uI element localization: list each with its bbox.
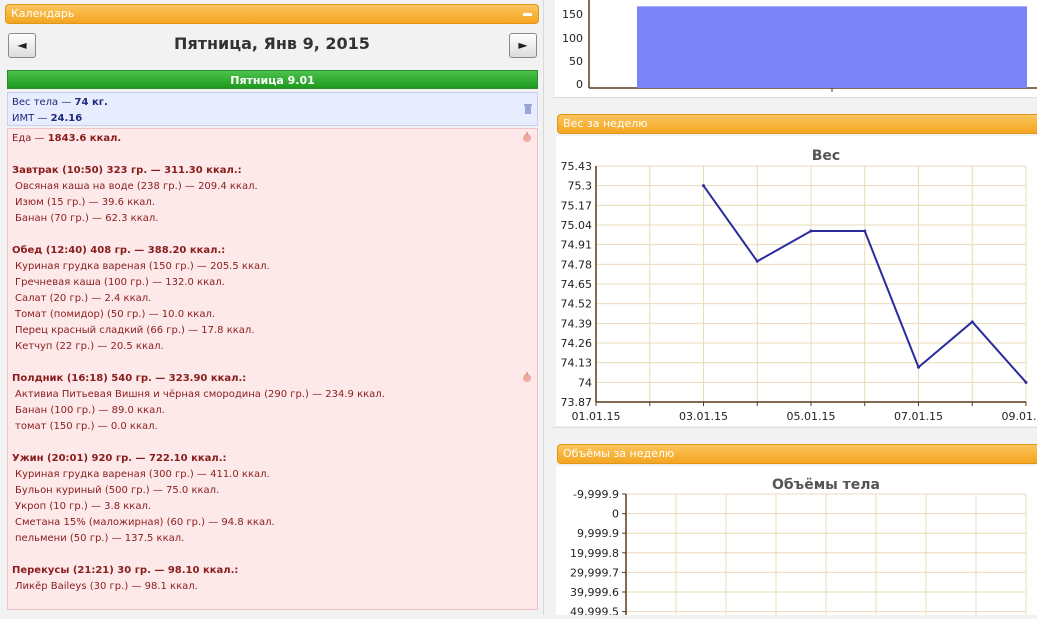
y-tick-label: 74.65 bbox=[561, 278, 593, 291]
x-tick-label: 01.01.15 bbox=[572, 410, 621, 423]
chart-title: Объёмы тела bbox=[772, 477, 880, 493]
top-bar-chart: 150 100 50 0 bbox=[562, 0, 1037, 92]
volume-chart-area: Объёмы тела -9,999.9 0 9,999.9 19,999.8 29,9… bbox=[556, 466, 1037, 619]
weight-panel-title: Вес за неделю bbox=[563, 117, 648, 130]
chart-title: Вес bbox=[812, 148, 840, 164]
y-tick-label: 74.39 bbox=[561, 317, 593, 330]
volume-panel-header: Объёмы за неделю bbox=[557, 444, 1037, 464]
meal-title: Перекусы (21:21) 30 гр. — 98.10 ккал.: bbox=[12, 565, 239, 576]
date-title: Пятница, Янв 9, 2015 bbox=[174, 34, 370, 53]
food-item: томат (150 гр.) — 0.0 ккал. bbox=[15, 421, 158, 432]
calendar-panel-header: Календарь bbox=[5, 4, 539, 24]
trash-icon[interactable] bbox=[524, 104, 532, 114]
meal-title: Обед (12:40) 408 гр. — 388.20 ккал.: bbox=[12, 245, 226, 256]
apple-icon[interactable] bbox=[522, 372, 532, 382]
weight-point bbox=[755, 259, 759, 263]
collapse-icon[interactable] bbox=[523, 13, 532, 16]
weight-panel-header: Вес за неделю bbox=[557, 114, 1037, 134]
food-item: Куриная грудка вареная (150 гр.) — 205.5… bbox=[15, 261, 270, 272]
y-tick-label: 74 bbox=[578, 376, 592, 389]
panel-divider bbox=[543, 0, 544, 615]
y-tick-label: 49,999.5 bbox=[570, 606, 619, 615]
x-tick-label: 07.01.15 bbox=[894, 410, 943, 423]
x-tick-label: 03.01.15 bbox=[679, 410, 728, 423]
bmi-value: 24.16 bbox=[50, 113, 83, 124]
top-y-tick: 0 bbox=[576, 78, 583, 91]
top-panel-bottom-border bbox=[553, 97, 1037, 98]
weight-line-chart: Вес 75.43 75.3 75.17 75.04 74.91 74.78 74.65 74… bbox=[561, 148, 1037, 423]
y-tick-label: -9,999.9 bbox=[573, 488, 619, 501]
food-item: Изюм (15 гр.) — 39.6 ккал. bbox=[15, 197, 156, 208]
y-tick-label: 74.13 bbox=[561, 357, 593, 370]
calendar-panel-title: Календарь bbox=[11, 7, 75, 20]
weight-point bbox=[970, 320, 974, 324]
meal-title: Ужин (20:01) 920 гр. — 722.10 ккал.: bbox=[12, 453, 227, 464]
food-item: Бульон куриный (500 гр.) — 75.0 ккал. bbox=[15, 485, 220, 496]
food-item: Гречневая каша (100 гр.) — 132.0 ккал. bbox=[15, 277, 225, 288]
y-tick-label: 74.78 bbox=[561, 258, 593, 271]
food-item: Банан (70 гр.) — 62.3 ккал. bbox=[15, 213, 159, 224]
y-tick-label: 74.91 bbox=[561, 239, 593, 252]
bmi-line: ИМТ — 24.16 bbox=[12, 113, 83, 124]
food-item: Салат (20 гр.) — 2.4 ккал. bbox=[15, 293, 152, 304]
y-tick-label: 74.26 bbox=[561, 337, 593, 350]
food-item: Перец красный сладкий (66 гр.) — 17.8 кк… bbox=[15, 325, 255, 336]
y-tick-label: 73.87 bbox=[561, 396, 593, 409]
weight-point bbox=[1024, 380, 1028, 384]
x-tick-label: 05.01.15 bbox=[787, 410, 836, 423]
food-item: пельмени (50 гр.) — 137.5 ккал. bbox=[15, 533, 185, 544]
y-tick-label: 19,999.8 bbox=[570, 547, 619, 560]
volume-panel-title: Объёмы за неделю bbox=[563, 447, 675, 460]
prev-day-button[interactable]: ◄ bbox=[8, 33, 36, 58]
food-item: Активиа Питьевая Вишня и чёрная смородин… bbox=[15, 389, 385, 400]
food-item: Кетчуп (22 гр.) — 20.5 ккал. bbox=[15, 341, 164, 352]
volume-line-chart: Объёмы тела -9,999.9 0 9,999.9 19,999.8 29,9… bbox=[570, 477, 1027, 619]
y-tick-label: 74.52 bbox=[561, 298, 593, 311]
y-tick-label: 75.3 bbox=[568, 180, 593, 193]
apple-icon[interactable] bbox=[522, 132, 532, 142]
next-day-button[interactable]: ► bbox=[509, 33, 537, 58]
weight-point bbox=[702, 184, 705, 188]
day-header: Пятница 9.01 bbox=[7, 70, 538, 89]
food-item: Овсяная каша на воде (238 гр.) — 209.4 к… bbox=[15, 181, 258, 192]
weight-chart-area: Вес 75.43 75.3 75.17 75.04 74.91 74.78 74.65 74… bbox=[556, 136, 1037, 426]
x-tick-label: 09.01.15 bbox=[1002, 410, 1037, 423]
y-tick-label: 75.17 bbox=[561, 199, 593, 212]
bar bbox=[637, 6, 1027, 88]
top-chart-area: 150 100 50 0 bbox=[555, 0, 1037, 98]
y-tick-label: 39,999.6 bbox=[570, 586, 619, 599]
y-tick-label: 0 bbox=[612, 508, 619, 521]
food-item: Сметана 15% (маложирная) (60 гр.) — 94.8… bbox=[15, 517, 275, 528]
weight-panel-bottom-border bbox=[553, 427, 1037, 428]
food-item: Банан (100 гр.) — 89.0 ккал. bbox=[15, 405, 165, 416]
weight-value: 74 кг. bbox=[74, 97, 108, 108]
food-total: Еда — 1843.6 ккал. bbox=[12, 133, 122, 144]
y-tick-label: 75.43 bbox=[561, 160, 593, 173]
weight-point bbox=[809, 229, 813, 233]
food-item: Ликёр Baileys (30 гр.) — 98.1 ккал. bbox=[15, 581, 198, 592]
top-y-tick: 50 bbox=[569, 55, 583, 68]
y-tick-label: 29,999.7 bbox=[570, 566, 619, 579]
weight-box: Вес тела — 74 кг. ИМТ — 24.16 bbox=[7, 92, 538, 126]
y-tick-label: 75.04 bbox=[561, 219, 593, 232]
weight-point bbox=[863, 229, 867, 233]
top-y-tick: 150 bbox=[562, 8, 583, 21]
food-item: Укроп (10 гр.) — 3.8 ккал. bbox=[15, 501, 152, 512]
top-y-tick: 100 bbox=[562, 32, 583, 45]
weight-line: Вес тела — 74 кг. bbox=[12, 97, 108, 108]
meal-title: Завтрак (10:50) 323 гр. — 311.30 ккал.: bbox=[12, 165, 242, 176]
food-box: Еда — 1843.6 ккал. Завтрак (10:50) 323 г… bbox=[7, 128, 538, 610]
food-item: Куриная грудка вареная (300 гр.) — 411.0… bbox=[15, 469, 270, 480]
y-tick-label: 9,999.9 bbox=[577, 527, 619, 540]
meal-title: Полдник (16:18) 540 гр. — 323.90 ккал.: bbox=[12, 373, 247, 384]
food-item: Томат (помидор) (50 гр.) — 10.0 ккал. bbox=[15, 309, 216, 320]
weight-point bbox=[917, 365, 920, 369]
